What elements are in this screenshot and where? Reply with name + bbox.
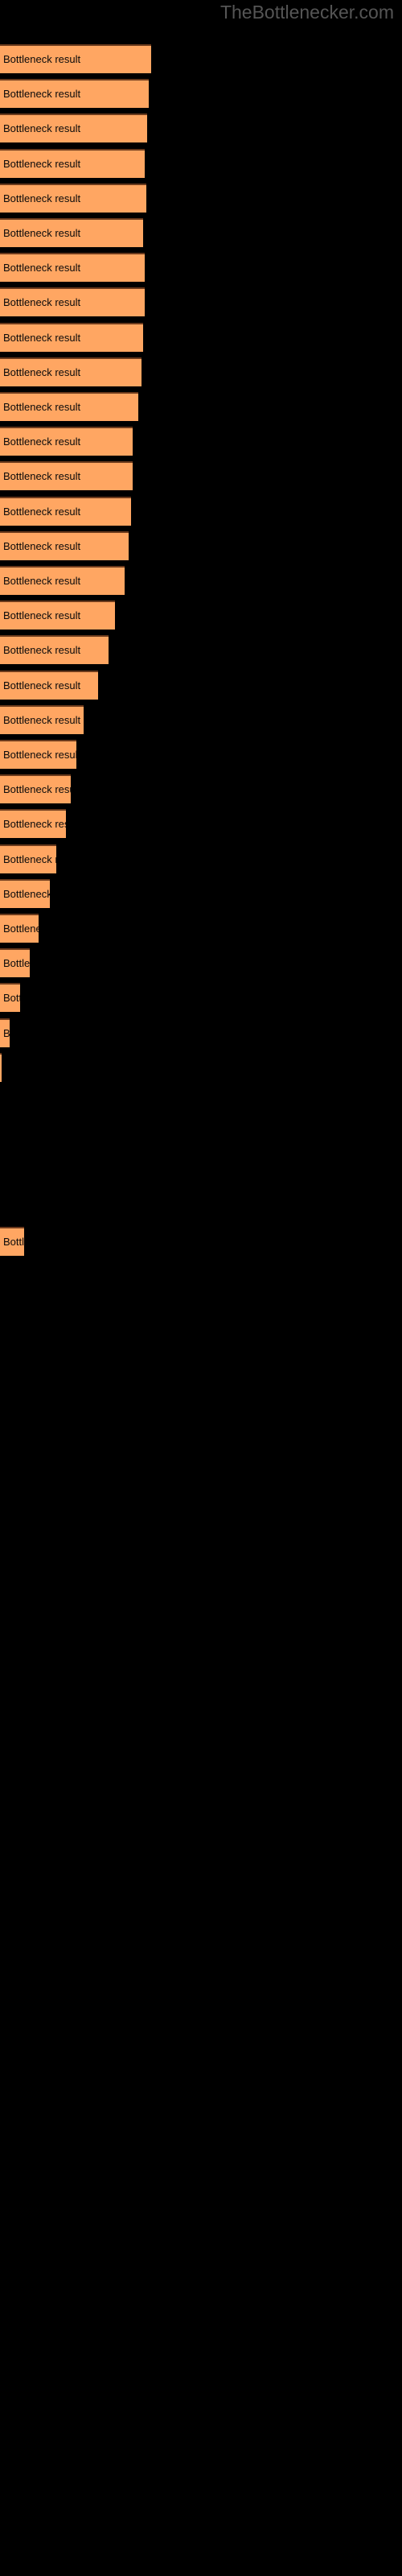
bar-row[interactable]: Bottleneck result: [0, 218, 143, 247]
bar-label-clip: Bottleneck result: [0, 879, 50, 908]
bar-row[interactable]: Bottleneck result: [0, 844, 56, 873]
bar-label: Bottleneck result: [3, 1235, 24, 1248]
bar-row[interactable]: Bottleneck result: [0, 392, 138, 421]
bar-row[interactable]: Bottleneck result: [0, 322, 143, 352]
bar-label: Bottleneck result: [3, 53, 81, 65]
bar-label: Bottleneck result: [3, 679, 81, 691]
bar-row[interactable]: Bottleneck result: [0, 44, 151, 73]
bar-row[interactable]: Bottleneck result: [0, 148, 145, 178]
bar-label: Bottleneck result: [3, 436, 81, 448]
bar-label: Bottleneck result: [3, 818, 66, 831]
bar-label-clip: Bottleneck result: [0, 427, 133, 456]
bar-label-clip: Bottleneck result: [0, 149, 145, 178]
bar-label-clip: Bottleneck result: [0, 44, 151, 73]
bar-row[interactable]: Bottleneck result: [0, 774, 71, 804]
bar-row[interactable]: Bottleneck result: [0, 114, 147, 143]
bar-label: Bottleneck result: [3, 192, 81, 204]
bar-row[interactable]: Bottleneck result: [0, 357, 142, 386]
bar-label: Bottleneck result: [3, 644, 81, 657]
bar-row[interactable]: Bottleneck result: [0, 79, 149, 109]
bar-row[interactable]: Bottleneck result: [0, 1018, 10, 1047]
bar-label: Bottleneck result: [3, 88, 81, 101]
bar-label: Bottleneck result: [3, 539, 81, 552]
bar-label-clip: Bottleneck result: [0, 740, 76, 769]
bar-label-clip: Bottleneck result: [0, 79, 149, 108]
bar-label-clip: Bottleneck result: [0, 914, 39, 943]
bar-label: Bottleneck result: [3, 852, 56, 865]
bar-label-clip: Bottleneck result: [0, 774, 71, 803]
bottleneck-bar-chart: TheBottlenecker.com Bottleneck result Bot…: [0, 0, 402, 2576]
bar-label-clip: Bottleneck result: [0, 809, 66, 838]
bar-label: Bottleneck result: [3, 157, 81, 170]
bar-label-clip: Bottleneck result: [0, 323, 143, 352]
bar-row[interactable]: Bottleneck result: [0, 183, 146, 213]
bar-label: Bottleneck result: [3, 331, 81, 344]
bar-label-clip: Bottleneck result: [0, 601, 115, 630]
site-watermark: TheBottlenecker.com: [219, 2, 394, 23]
bar-row[interactable]: Bottleneck result: [0, 809, 66, 839]
bar-label-clip: Bottleneck result: [0, 705, 84, 734]
bar-label: Bottleneck result: [3, 609, 81, 622]
bar-row[interactable]: Bottleneck result: [0, 427, 133, 456]
bar-label: Bottleneck result: [3, 262, 81, 275]
bar-label-clip: Bottleneck result: [0, 948, 30, 977]
bar-label: Bottleneck result: [3, 713, 81, 726]
bar-label: Bottleneck result: [3, 505, 81, 518]
bar-label: Bottleneck result: [3, 401, 81, 413]
bar-label: Bottleneck result: [3, 749, 76, 761]
bar-label-clip: Bottleneck result: [0, 531, 129, 560]
bar-row[interactable]: Bottleneck result: [0, 670, 98, 700]
bar-row[interactable]: Bottleneck result: [0, 740, 76, 769]
bar-row[interactable]: Bottleneck result: [0, 878, 50, 908]
bar-label-clip: Bottleneck result: [0, 392, 138, 421]
bar-label: Bottleneck result: [3, 923, 39, 935]
bar-label-clip: Bottleneck result: [0, 253, 145, 282]
bar-row[interactable]: Bottleneck result: [0, 948, 30, 978]
bar-row[interactable]: Bottleneck result: [0, 530, 129, 560]
bar-label-clip: Bottleneck result: [0, 1018, 10, 1047]
bar-label-clip: Bottleneck result: [0, 983, 20, 1012]
bar-label-clip: Bottleneck result: [0, 844, 56, 873]
bar-label: Bottleneck result: [3, 296, 81, 309]
bar-label-clip: Bottleneck result: [0, 1227, 24, 1256]
bar-label-clip: Bottleneck result: [0, 635, 109, 664]
bar-label-clip: Bottleneck result: [0, 461, 133, 490]
bar-label: Bottleneck result: [3, 992, 20, 1005]
bar-label-clip: Bottleneck result: [0, 184, 146, 213]
bar-label-clip: Bottleneck result: [0, 357, 142, 386]
bar-row[interactable]: Bottleneck result: [0, 635, 109, 665]
bar-row[interactable]: Bottleneck result: [0, 914, 39, 943]
bar-row[interactable]: Bottleneck result: [0, 1052, 2, 1082]
bar-row[interactable]: Bottleneck result: [0, 1226, 24, 1256]
bar-row[interactable]: Bottleneck result: [0, 461, 133, 491]
bar-label: Bottleneck result: [3, 887, 50, 900]
bar-row[interactable]: Bottleneck result: [0, 601, 115, 630]
bar-row[interactable]: Bottleneck result: [0, 287, 145, 317]
bar-label: Bottleneck result: [3, 575, 81, 587]
bar-label-clip: Bottleneck result: [0, 218, 143, 247]
bar-label-clip: Bottleneck result: [0, 114, 147, 142]
bar-label: Bottleneck result: [3, 227, 81, 239]
bar-label: Bottleneck result: [3, 470, 81, 483]
bar-label: Bottleneck result: [3, 365, 81, 378]
bar-row[interactable]: Bottleneck result: [0, 983, 20, 1013]
bar-row[interactable]: Bottleneck result: [0, 496, 131, 526]
bar-label: Bottleneck result: [3, 783, 71, 796]
bar-label: Bottleneck result: [3, 957, 30, 970]
bar-label-clip: Bottleneck result: [0, 497, 131, 526]
bar-label: Bottleneck result: [3, 122, 81, 135]
bar-label-clip: Bottleneck result: [0, 566, 125, 595]
bar-label: Bottleneck result: [3, 1026, 10, 1039]
bar-row[interactable]: Bottleneck result: [0, 253, 145, 283]
bar-label-clip: Bottleneck result: [0, 671, 98, 700]
bar-row[interactable]: Bottleneck result: [0, 704, 84, 734]
bar-row[interactable]: Bottleneck result: [0, 566, 125, 595]
bar-label-clip: Bottleneck result: [0, 1053, 2, 1082]
bar-label-clip: Bottleneck result: [0, 287, 145, 316]
